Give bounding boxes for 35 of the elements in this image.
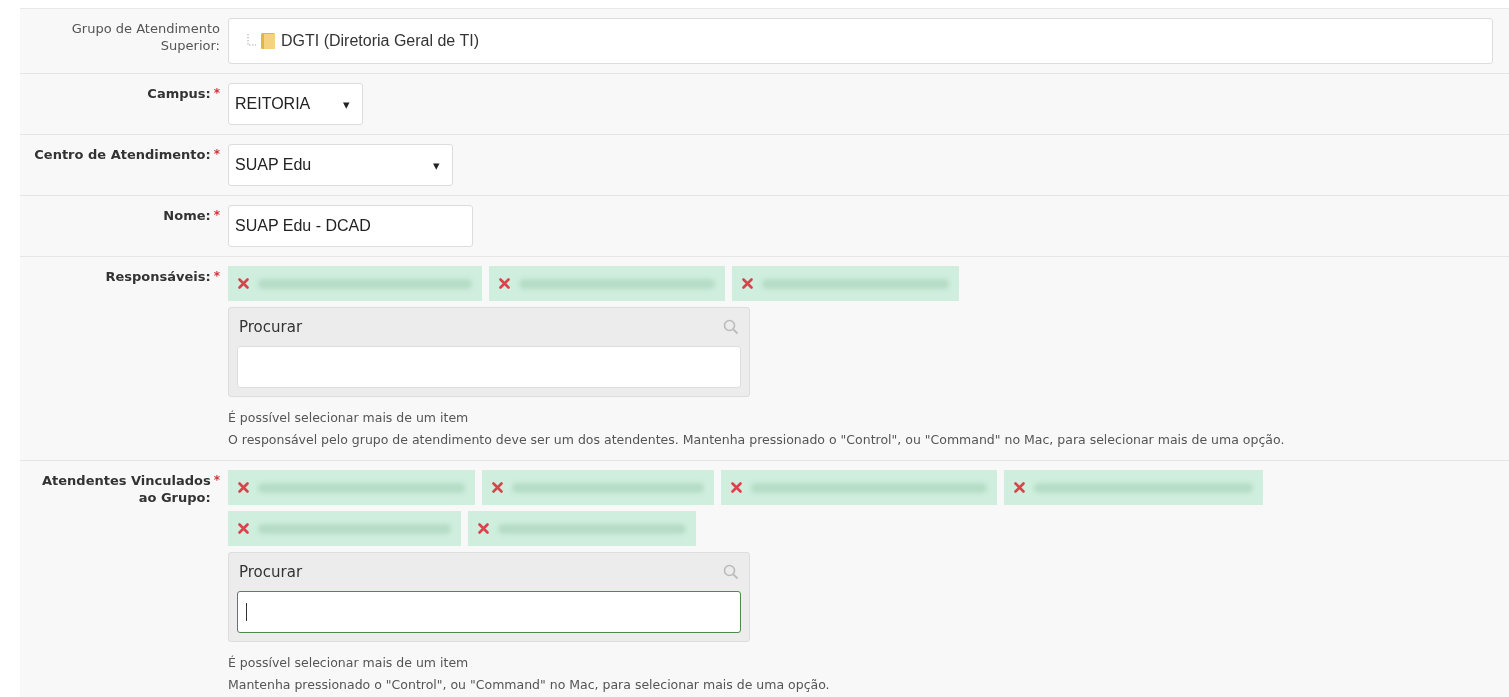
tree-select-field[interactable]: DGTI (Diretoria Geral de TI): [228, 18, 1493, 64]
required-mark: *: [213, 268, 220, 285]
help-text: Mantenha pressionado o "Control", ou "Command" no Mac, para selecionar mais de uma opção.: [228, 676, 831, 694]
remove-icon[interactable]: [1014, 482, 1025, 493]
remove-icon[interactable]: [478, 523, 489, 534]
name-input-field[interactable]: SUAP Edu - DCAD: [228, 205, 473, 247]
search-icon: [723, 564, 739, 580]
required-mark: *: [213, 146, 220, 163]
field-label: Grupo de Atendimento Superior:: [70, 20, 220, 54]
field-label: Centro de Atendimento:: [34, 146, 211, 163]
field-label: Campus:: [147, 85, 211, 102]
search-input-field[interactable]: [237, 591, 741, 633]
help-text: O responsável pelo grupo de atendimento deve ser um dos atendentes. Mantenha pressionado o "Control", ou "Command" no Mac, para selecionar mais de uma opção.: [228, 431, 1286, 449]
dropdown-select[interactable]: REITORIA ▾: [228, 83, 363, 125]
search-title: Procurar: [239, 563, 303, 581]
remove-icon[interactable]: [499, 278, 510, 289]
help-text: É possível selecionar mais de um item: [228, 409, 470, 427]
required-mark: *: [213, 472, 220, 489]
remove-icon[interactable]: [492, 482, 503, 493]
field-label: Atendentes Vinculados ao Grupo:: [41, 472, 211, 506]
field-label: Responsáveis:: [105, 268, 211, 285]
remove-icon[interactable]: [238, 523, 249, 534]
remove-icon[interactable]: [238, 278, 249, 289]
tree-branch-icon: [245, 33, 257, 49]
dropdown-select[interactable]: SUAP Edu ▾: [228, 144, 453, 186]
remove-icon[interactable]: [742, 278, 753, 289]
required-mark: *: [213, 207, 220, 224]
field-label: Nome:: [163, 207, 211, 224]
help-text: É possível selecionar mais de um item: [228, 654, 470, 672]
required-mark: *: [213, 85, 220, 102]
search-title: Procurar: [239, 318, 303, 336]
remove-icon[interactable]: [238, 482, 249, 493]
remove-icon[interactable]: [731, 482, 742, 493]
search-icon: [723, 319, 739, 335]
folder-icon: [260, 32, 276, 50]
